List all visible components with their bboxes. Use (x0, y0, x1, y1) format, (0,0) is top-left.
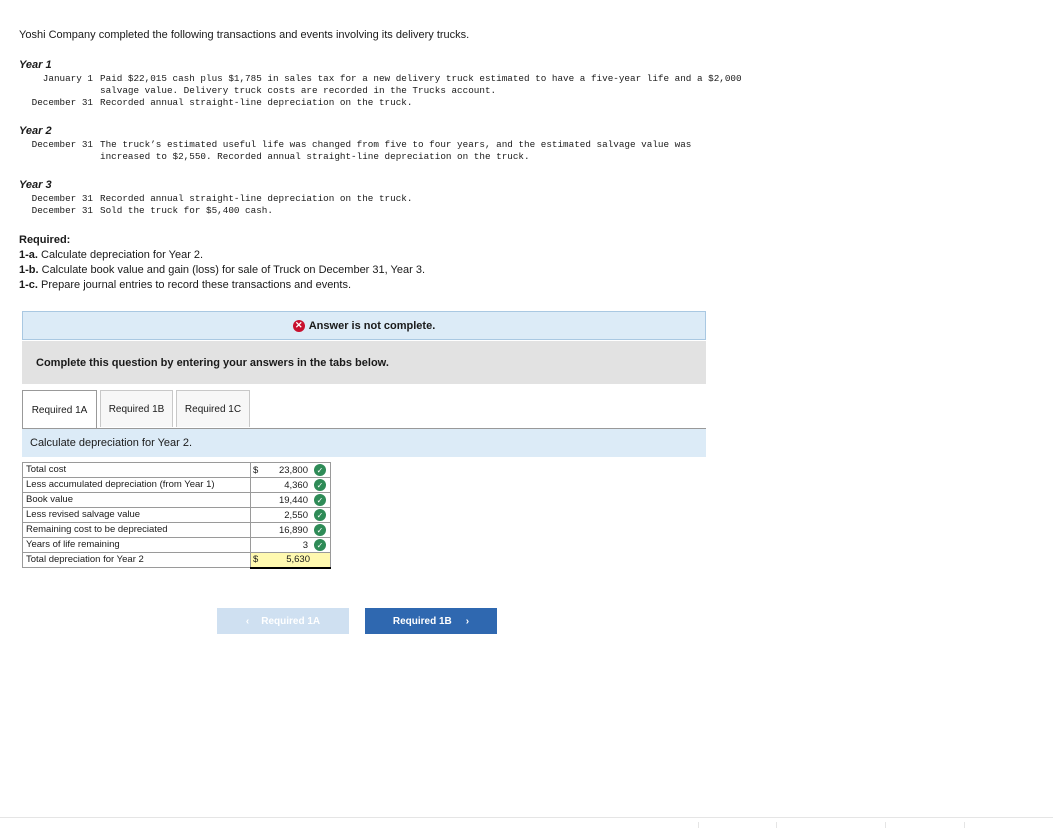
footer-separator (776, 822, 777, 828)
row-label: Total cost (22, 462, 251, 478)
row-label: Less revised salvage value (22, 507, 251, 523)
table-row: Total cost $23,800 ✓ (22, 462, 331, 478)
transaction-date: December 31 (31, 205, 93, 216)
table-row: Total depreciation for Year 2 $5,630 (22, 552, 331, 569)
check-icon: ✓ (314, 479, 326, 491)
year-1-entries: January 1 Paid $22,015 cash plus $1,785 … (19, 73, 760, 109)
depreciation-table: Total cost $23,800 ✓ Less accumulated dep… (22, 462, 331, 569)
required-item: 1-a. Calculate depreciation for Year 2. (19, 249, 204, 261)
required-section: Required: 1-a. Calculate depreciation fo… (19, 233, 425, 293)
table-row: Less accumulated depreciation (from Year… (22, 477, 331, 493)
value-input[interactable]: $5,630 (250, 552, 331, 569)
row-label: Book value (22, 492, 251, 508)
year-3-heading: Year 3 (19, 179, 52, 191)
transaction-date: December 31 (31, 97, 93, 108)
year-2-entries: December 31 The truck’s estimated useful… (19, 139, 740, 163)
required-item: 1-b. Calculate book value and gain (loss… (19, 264, 426, 276)
tab-required-1c[interactable]: Required 1C (176, 390, 250, 427)
value-input[interactable]: 2,550 ✓ (250, 507, 331, 523)
transaction-row: January 1 Paid $22,015 cash plus $1,785 … (19, 73, 760, 97)
transaction-text: Paid $22,015 cash plus $1,785 in sales t… (100, 73, 742, 96)
table-row: Book value 19,440 ✓ (22, 492, 331, 508)
transaction-row: December 31 Recorded annual straight-lin… (19, 97, 760, 109)
row-label: Total depreciation for Year 2 (22, 552, 251, 568)
row-label: Years of life remaining (22, 537, 251, 553)
transaction-text: Sold the truck for $5,400 cash. (100, 205, 273, 216)
answer-status-text: Answer is not complete. (308, 319, 436, 332)
year-2-heading: Year 2 (19, 125, 52, 137)
next-tab-button[interactable]: Required 1B › (365, 608, 497, 634)
table-row: Remaining cost to be depreciated 16,890 ✓ (22, 522, 331, 538)
year-1-heading: Year 1 (19, 59, 52, 71)
check-icon: ✓ (314, 494, 326, 506)
chevron-right-icon: › (465, 615, 470, 627)
problem-intro: Yoshi Company completed the following tr… (19, 29, 470, 41)
panel-title: Calculate depreciation for Year 2. (22, 429, 706, 457)
transaction-row: December 31 The truck’s estimated useful… (19, 139, 740, 163)
transaction-text: Recorded annual straight-line depreciati… (100, 193, 413, 204)
row-label: Remaining cost to be depreciated (22, 522, 251, 538)
required-heading: Required: (19, 234, 71, 246)
footer-separator (698, 822, 699, 828)
transaction-date: December 31 (31, 139, 93, 150)
chevron-left-icon: ‹ (245, 615, 250, 627)
footer-separator (964, 822, 965, 828)
check-icon: ✓ (314, 464, 326, 476)
transaction-text: The truck’s estimated useful life was ch… (100, 139, 692, 162)
prev-tab-button[interactable]: ‹ Required 1A (217, 608, 349, 634)
answer-status-banner: ✕ Answer is not complete. (22, 311, 706, 340)
error-x-icon: ✕ (292, 319, 305, 332)
table-row: Years of life remaining 3 ✓ (22, 537, 331, 553)
transaction-date: January 1 (42, 73, 93, 84)
footer-separator (885, 822, 886, 828)
row-label: Less accumulated depreciation (from Year… (22, 477, 251, 493)
check-icon: ✓ (314, 539, 326, 551)
required-item: 1-c. Prepare journal entries to record t… (19, 279, 352, 291)
value-input[interactable]: 16,890 ✓ (250, 522, 331, 538)
tab-required-1b[interactable]: Required 1B (100, 390, 173, 427)
value-input[interactable]: 4,360 ✓ (250, 477, 331, 493)
table-row: Less revised salvage value 2,550 ✓ (22, 507, 331, 523)
currency-symbol: $ (253, 464, 259, 476)
tab-required-1a[interactable]: Required 1A (22, 390, 97, 429)
instruction-bar: Complete this question by entering your … (22, 341, 706, 384)
transaction-date: December 31 (31, 193, 93, 204)
currency-symbol: $ (253, 554, 259, 566)
tab-bar: Required 1A Required 1B Required 1C (22, 390, 253, 429)
check-icon: ✓ (314, 524, 326, 536)
transaction-row: December 31 Sold the truck for $5,400 ca… (19, 205, 760, 217)
check-icon: ✓ (314, 509, 326, 521)
value-input[interactable]: $23,800 ✓ (250, 462, 331, 478)
transaction-text: Recorded annual straight-line depreciati… (100, 97, 413, 108)
footer-divider (0, 817, 1053, 818)
value-input[interactable]: 19,440 ✓ (250, 492, 331, 508)
transaction-row: December 31 Recorded annual straight-lin… (19, 193, 760, 205)
value-input[interactable]: 3 ✓ (250, 537, 331, 553)
year-3-entries: December 31 Recorded annual straight-lin… (19, 193, 760, 217)
